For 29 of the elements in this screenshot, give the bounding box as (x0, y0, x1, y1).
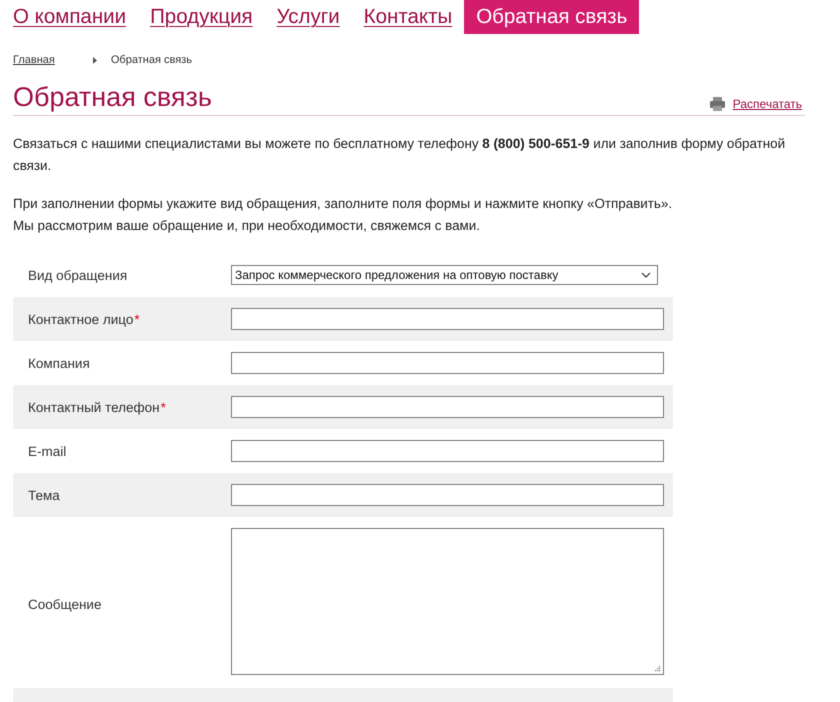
chevron-down-icon[interactable] (641, 272, 651, 278)
input-field[interactable] (231, 352, 664, 374)
nav-link[interactable]: Контакты (352, 0, 464, 34)
breadcrumb-link[interactable]: Главная (13, 54, 55, 66)
intro-text: Связаться с нашими специалистами вы можете по бесплатному телефону 8 (800) 500-651-9 или заполнив форму обратной связи. (13, 135, 786, 175)
field-label: Тема (28, 488, 60, 502)
field-label: Сообщение (28, 597, 102, 612)
field-label: E-mail (28, 444, 66, 458)
dropdown[interactable]: Запрос коммерческого предложения на оптовую поставку (231, 265, 658, 285)
nav-link[interactable]: Обратная связь (464, 0, 640, 34)
caret-right-icon (92, 56, 97, 64)
intro-text: При заполнении формы укажите вид обращения, заполните поля формы и нажмите кнопку «Отправить». (13, 195, 674, 213)
input-field[interactable] (231, 308, 664, 330)
field-label: Контактное лицо* (28, 312, 140, 326)
page-title: Обратная связь (13, 81, 212, 113)
input-field[interactable] (231, 484, 664, 506)
intro-text: Мы рассмотрим ваше обращение и, при необходимости, свяжемся с вами. (13, 217, 481, 235)
input-field[interactable] (231, 396, 664, 418)
nav-link[interactable]: Продукция (138, 0, 265, 34)
input-field[interactable] (231, 440, 664, 462)
nav-link[interactable]: О компании (1, 0, 138, 34)
field-label: Контактный телефон* (28, 400, 166, 414)
nav-link[interactable]: Услуги (264, 0, 352, 34)
printer-icon[interactable] (710, 97, 725, 111)
breadcrumb-current: Обратная связь (110, 54, 192, 66)
field-label: Вид обращения (28, 268, 128, 282)
field-label: Компания (28, 356, 90, 370)
resize-grip-icon[interactable] (654, 665, 661, 672)
print-link[interactable]: Распечатать (732, 97, 802, 111)
